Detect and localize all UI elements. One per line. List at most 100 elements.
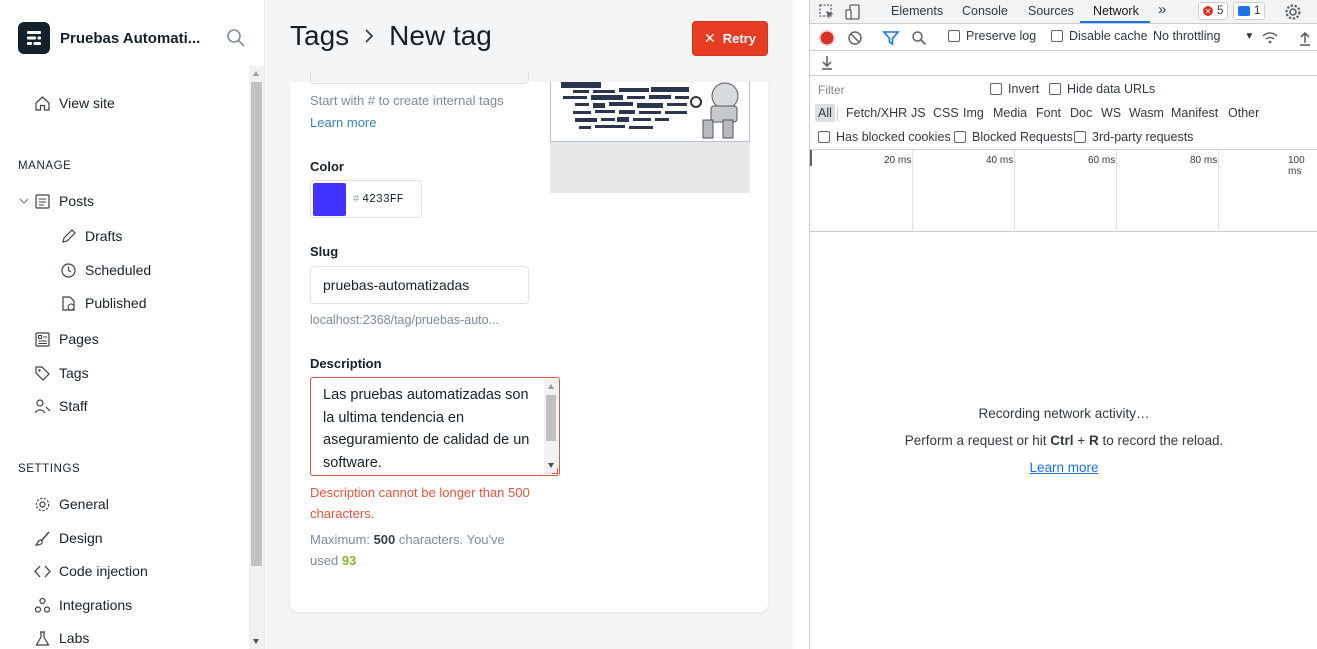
sidebar-item-code-injection[interactable]: Code injection [34,560,148,582]
disable-cache-label: Disable cache [1069,29,1148,43]
color-picker[interactable]: # 4233FF [310,180,422,218]
checkbox-box[interactable] [990,83,1002,95]
sidebar-item-integrations[interactable]: Integrations [34,594,132,616]
slug-url-preview: localhost:2368/tag/pruebas-auto... [310,313,500,327]
type-filter-ws[interactable]: WS [1098,104,1124,122]
third-party-checkbox[interactable]: 3rd-party requests [1074,130,1193,144]
color-swatch[interactable] [313,182,346,216]
search-icon[interactable] [910,29,928,47]
retry-label: Retry [722,31,756,46]
more-tabs-icon[interactable]: » [1158,1,1166,18]
preserve-log-checkbox[interactable]: Preserve log [948,29,1036,43]
timeline-divider [912,150,913,232]
sidebar-item-view-site[interactable]: View site [34,92,115,114]
tab-console[interactable]: Console [962,4,1008,18]
sidebar-item-scheduled[interactable]: Scheduled [60,259,151,281]
timeline-divider [1014,150,1015,232]
checkbox-box[interactable] [948,30,960,42]
color-hex-input[interactable]: 4233FF [362,193,403,206]
timeline-label: 40 ms [986,155,1014,166]
export-har-icon[interactable] [818,53,836,71]
sidebar-item-label: Design [59,530,103,546]
error-icon: ✕ [1203,6,1213,16]
errors-badge[interactable]: ✕ 5 [1198,2,1229,20]
sidebar-scrollbar[interactable] [249,66,264,649]
invert-checkbox[interactable]: Invert [990,82,1039,96]
messages-badge[interactable]: 1 [1233,2,1266,20]
slug-input[interactable]: pruebas-automatizadas [310,266,529,304]
sidebar-item-published[interactable]: Published [60,292,147,314]
blocked-requests-checkbox[interactable]: Blocked Requests [954,130,1073,144]
type-filter-css[interactable]: CSS [930,104,962,122]
retry-button[interactable]: ✕ Retry [692,21,768,56]
type-filter-img[interactable]: Img [960,104,987,122]
posts-icon [35,193,50,209]
type-filter-other[interactable]: Other [1225,104,1262,122]
scrollbar-thumb[interactable] [251,82,262,566]
sidebar-item-drafts[interactable]: Drafts [60,225,122,247]
preserve-log-label: Preserve log [966,29,1037,43]
settings-section-title: SETTINGS [18,463,81,475]
checkbox-box[interactable] [1051,30,1063,42]
clock-icon [61,262,76,278]
chevron-down-icon[interactable] [18,195,30,207]
tag-image-area[interactable] [550,82,750,193]
invert-label: Invert [1008,82,1040,96]
tab-elements[interactable]: Elements [891,4,943,18]
character-count: Maximum: 500 characters. You've used 93 [310,529,530,571]
tab-sources[interactable]: Sources [1028,4,1074,18]
type-filter-media[interactable]: Media [990,104,1030,122]
site-header[interactable]: Pruebas Automati... [18,22,248,54]
scroll-up-arrow-icon[interactable] [253,71,259,76]
tab-network[interactable]: Network [1093,4,1139,18]
learn-more-link[interactable]: Learn more [310,115,376,130]
resize-handle[interactable] [552,468,558,474]
sidebar-item-tags[interactable]: Tags [34,362,89,384]
scroll-up-arrow-icon[interactable] [547,384,554,389]
scrollbar-thumb[interactable] [546,395,556,441]
clear-icon[interactable] [846,29,864,47]
checkbox-box[interactable] [1049,83,1061,95]
network-timeline[interactable]: 20 ms 40 ms 60 ms 80 ms 100 ms [810,150,1317,232]
pencil-icon [62,228,76,243]
type-filter-js[interactable]: JS [908,104,929,122]
import-har-icon[interactable] [1296,29,1314,47]
type-filter-doc[interactable]: Doc [1067,104,1095,122]
search-icon[interactable] [226,28,246,48]
checkbox-box[interactable] [818,131,830,143]
sidebar-item-staff[interactable]: Staff [34,395,88,417]
sidebar-item-label: Drafts [85,228,123,244]
device-toolbar-icon[interactable] [844,3,862,21]
type-filter-wasm[interactable]: Wasm [1126,104,1167,122]
hash-prefix: # [353,193,360,205]
manage-section-title: MANAGE [18,160,72,172]
network-conditions-icon[interactable] [1261,29,1279,47]
learn-more-link[interactable]: Learn more [810,460,1317,475]
description-textarea[interactable]: Las pruebas automatizadas son la ultima … [310,377,560,476]
name-input[interactable] [310,72,529,84]
sidebar-item-pages[interactable]: Pages [34,328,99,350]
filter-input[interactable]: Filter [816,81,976,99]
checkbox-box[interactable] [954,131,966,143]
disable-cache-checkbox[interactable]: Disable cache [1051,29,1148,43]
scroll-down-arrow-icon[interactable] [253,639,259,644]
type-filter-fetch-xhr[interactable]: Fetch/XHR [843,104,910,122]
sidebar-item-labs[interactable]: Labs [34,627,89,649]
sidebar-item-posts[interactable]: Posts [34,190,94,212]
type-filter-manifest[interactable]: Manifest [1168,104,1221,122]
tag-form-card: Start with # to create internal tags Lea… [290,72,768,612]
throttling-select[interactable]: No throttling ▼ [1153,29,1254,43]
type-filter-all[interactable]: All [815,104,835,122]
filter-icon[interactable] [882,29,900,47]
sidebar-item-general[interactable]: General [34,493,109,515]
sidebar-item-design[interactable]: Design [34,527,103,549]
breadcrumb-tags-link[interactable]: Tags [290,20,349,52]
description-scrollbar[interactable] [544,379,558,474]
type-filter-font[interactable]: Font [1033,104,1064,122]
has-blocked-cookies-checkbox[interactable]: Has blocked cookies [818,130,951,144]
gear-icon[interactable] [1284,3,1302,21]
checkbox-box[interactable] [1074,131,1086,143]
record-icon[interactable] [818,29,836,47]
hide-data-urls-checkbox[interactable]: Hide data URLs [1049,82,1155,96]
inspect-element-icon[interactable] [818,3,836,21]
